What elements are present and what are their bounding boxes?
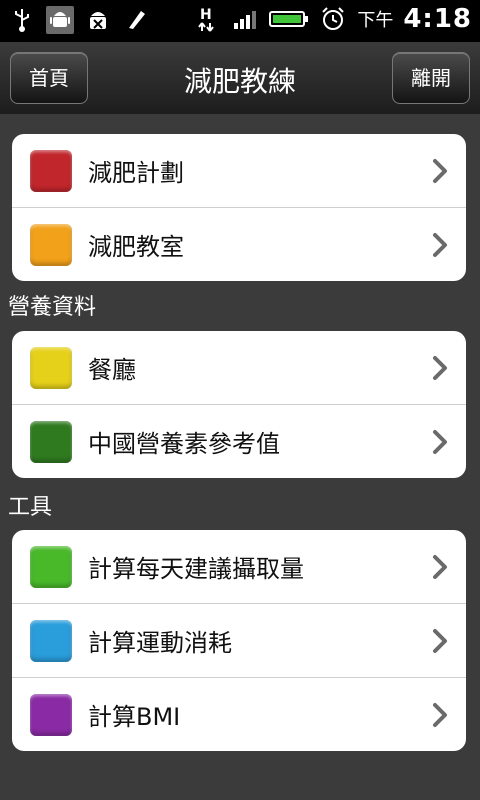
chevron-right-icon (433, 232, 447, 257)
exit-button[interactable]: 離開 (392, 52, 470, 104)
signal-strength-icon (231, 5, 259, 33)
list-item-label: 中國營養素參考值 (88, 430, 280, 458)
list-item-label: 計算運動消耗 (88, 629, 232, 657)
yellow-square-icon (30, 346, 72, 389)
section-header-nutrition: 營養資料 (8, 295, 97, 320)
list-item-daily-intake[interactable]: 計算每天建議攝取量 (12, 530, 466, 604)
title-bar: 首頁 減肥教練 離開 (0, 42, 480, 115)
list-item-restaurant[interactable]: 餐廳 (12, 331, 466, 405)
status-time-prefix: 下午 (357, 10, 394, 31)
red-square-icon (30, 149, 72, 192)
chevron-right-icon (433, 355, 447, 380)
list-item-nutrient-reference[interactable]: 中國營養素參考值 (12, 405, 466, 478)
blue-square-icon (30, 619, 72, 662)
group-tools: 計算每天建議攝取量 計算運動消耗 計算BMI (12, 530, 466, 751)
edit-pencil-icon (122, 6, 150, 34)
chevron-right-icon (433, 628, 447, 653)
green-square-icon (30, 545, 72, 588)
status-right-icons: H 下午 4:18 (193, 4, 472, 34)
battery-icon (269, 5, 309, 33)
status-time: 4:18 (403, 4, 472, 34)
list-item-label: 計算BMI (88, 703, 181, 731)
content-area: 減肥計劃 減肥教室 營養資料 餐廳 中國營養素參考值 工具 計算每天建議攝取量 … (0, 114, 480, 800)
section-header-tools: 工具 (8, 495, 53, 520)
chevron-right-icon (433, 554, 447, 579)
purple-square-icon (30, 693, 72, 736)
status-left-icons (8, 6, 150, 34)
usb-icon (8, 6, 36, 34)
data-signal-h-icon: H (193, 5, 221, 33)
list-item-label: 計算每天建議攝取量 (88, 555, 304, 583)
list-item-label: 減肥計劃 (88, 159, 184, 187)
list-item-label: 餐廳 (88, 356, 136, 384)
list-item-label: 減肥教室 (88, 233, 184, 261)
android-error-icon (84, 6, 112, 34)
android-icon (46, 6, 74, 34)
status-bar: H 下午 4:18 (0, 0, 480, 42)
orange-square-icon (30, 223, 72, 266)
list-item-bmi[interactable]: 計算BMI (12, 678, 466, 751)
dark-green-square-icon (30, 420, 72, 463)
chevron-right-icon (433, 429, 447, 454)
svg-text:H: H (200, 7, 212, 23)
list-item-diet-plan[interactable]: 減肥計劃 (12, 134, 466, 208)
chevron-right-icon (433, 702, 447, 727)
list-item-exercise-calories[interactable]: 計算運動消耗 (12, 604, 466, 678)
group-diet: 減肥計劃 減肥教室 (12, 134, 466, 281)
list-item-diet-classroom[interactable]: 減肥教室 (12, 208, 466, 281)
alarm-clock-icon (319, 5, 347, 33)
group-nutrition: 餐廳 中國營養素參考值 (12, 331, 466, 478)
chevron-right-icon (433, 158, 447, 183)
